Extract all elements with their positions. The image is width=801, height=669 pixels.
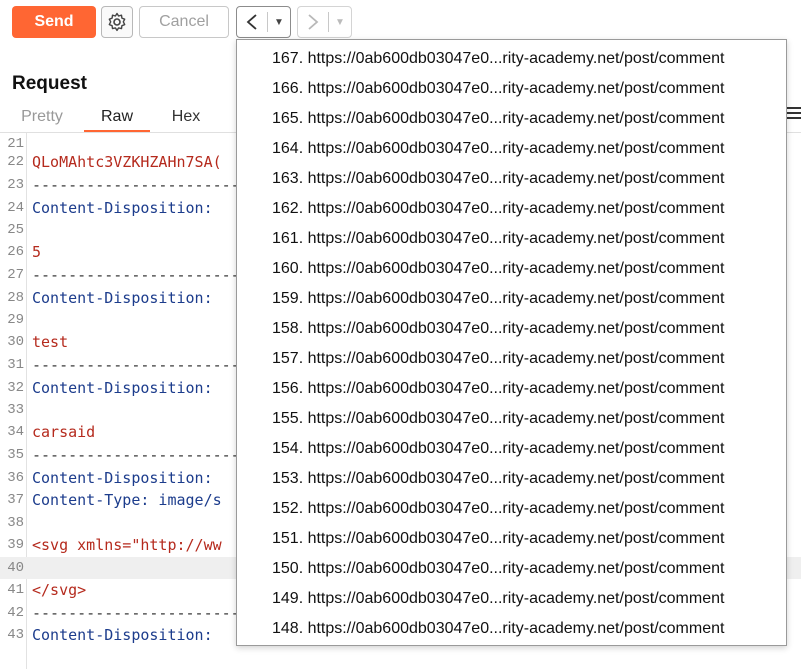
history-item[interactable]: 154. https://0ab600db03047e0...rity-acad… — [237, 434, 786, 464]
history-item[interactable]: 156. https://0ab600db03047e0...rity-acad… — [237, 374, 786, 404]
chevron-right-icon — [308, 14, 319, 30]
history-item[interactable]: 151. https://0ab600db03047e0...rity-acad… — [237, 524, 786, 554]
request-panel-title: Request — [12, 73, 87, 94]
code-text: ------------------------ — [32, 176, 249, 194]
line-number: 26 — [7, 244, 24, 260]
history-item[interactable]: 158. https://0ab600db03047e0...rity-acad… — [237, 314, 786, 344]
line-number: 28 — [7, 290, 24, 306]
line-number: 30 — [7, 334, 24, 350]
line-number: 32 — [7, 380, 24, 396]
line-number: 42 — [7, 605, 24, 621]
forward-button[interactable] — [298, 7, 328, 37]
line-number: 25 — [7, 222, 24, 238]
request-tabs: Pretty Raw Hex — [0, 104, 240, 132]
code-text: ------------------------ — [32, 446, 249, 464]
history-item[interactable]: 166. https://0ab600db03047e0...rity-acad… — [237, 74, 786, 104]
menu-icon[interactable] — [787, 107, 801, 121]
line-number: 43 — [7, 627, 24, 643]
line-number: 34 — [7, 424, 24, 440]
history-item[interactable]: 167. https://0ab600db03047e0...rity-acad… — [237, 44, 786, 74]
line-number: 29 — [7, 312, 24, 328]
code-text: 5 — [32, 243, 42, 261]
back-history-dropdown[interactable]: ▼ — [268, 7, 290, 37]
history-item[interactable]: 163. https://0ab600db03047e0...rity-acad… — [237, 164, 786, 194]
line-number: 38 — [7, 515, 24, 531]
history-item[interactable]: 157. https://0ab600db03047e0...rity-acad… — [237, 344, 786, 374]
history-item[interactable]: 162. https://0ab600db03047e0...rity-acad… — [237, 194, 786, 224]
send-button[interactable]: Send — [12, 6, 96, 38]
code-text: ------------------------ — [32, 356, 249, 374]
history-item[interactable]: 159. https://0ab600db03047e0...rity-acad… — [237, 284, 786, 314]
code-text: Content-Disposition: — [32, 626, 213, 644]
code-text: test — [32, 333, 69, 351]
history-item[interactable]: 161. https://0ab600db03047e0...rity-acad… — [237, 224, 786, 254]
code-text: ------------------------ — [32, 266, 249, 284]
chevron-left-icon — [246, 14, 257, 30]
history-item[interactable]: 153. https://0ab600db03047e0...rity-acad… — [237, 464, 786, 494]
code-text: Content-Disposition: — [32, 469, 213, 487]
code-text: Content-Disposition: — [32, 379, 213, 397]
line-number: 33 — [7, 402, 24, 418]
code-text: <svg xmlns="http://ww — [32, 536, 222, 554]
history-item[interactable]: 148. https://0ab600db03047e0...rity-acad… — [237, 614, 786, 644]
line-number: 37 — [7, 492, 24, 508]
line-number: 24 — [7, 200, 24, 216]
cancel-button[interactable]: Cancel — [139, 6, 229, 38]
history-item[interactable]: 149. https://0ab600db03047e0...rity-acad… — [237, 584, 786, 614]
tab-raw[interactable]: Raw — [84, 104, 150, 132]
code-text: Content-Type: image/s — [32, 491, 222, 509]
code-text: carsaid — [32, 423, 96, 441]
history-item[interactable]: 150. https://0ab600db03047e0...rity-acad… — [237, 554, 786, 584]
tab-pretty[interactable]: Pretty — [12, 104, 72, 132]
line-number: 31 — [7, 357, 24, 373]
line-number: 27 — [7, 267, 24, 283]
tab-hex[interactable]: Hex — [160, 104, 212, 132]
line-number: 23 — [7, 177, 24, 193]
code-text: Content-Disposition: — [32, 199, 213, 217]
line-number: 36 — [7, 470, 24, 486]
code-text: ------------------------ — [32, 604, 249, 622]
back-button[interactable] — [237, 7, 267, 37]
code-text: Content-Disposition: — [32, 289, 213, 307]
line-number: 22 — [7, 154, 24, 170]
history-item[interactable]: 160. https://0ab600db03047e0...rity-acad… — [237, 254, 786, 284]
line-number: 41 — [7, 582, 24, 598]
line-number: 35 — [7, 447, 24, 463]
gear-icon — [108, 12, 126, 32]
history-dropdown-menu: 167. https://0ab600db03047e0...rity-acad… — [236, 39, 787, 646]
line-number: 40 — [7, 560, 24, 576]
history-item[interactable]: 155. https://0ab600db03047e0...rity-acad… — [237, 404, 786, 434]
history-item[interactable]: 164. https://0ab600db03047e0...rity-acad… — [237, 134, 786, 164]
forward-history-dropdown[interactable]: ▼ — [329, 7, 351, 37]
line-number: 39 — [7, 537, 24, 553]
history-item[interactable]: 165. https://0ab600db03047e0...rity-acad… — [237, 104, 786, 134]
forward-navigation: ▼ — [297, 6, 352, 38]
code-text: QLoMAhtc3VZKHZAHn7SA( — [32, 153, 222, 171]
code-text: </svg> — [32, 581, 87, 599]
settings-button[interactable] — [101, 6, 133, 38]
history-item[interactable]: 152. https://0ab600db03047e0...rity-acad… — [237, 494, 786, 524]
back-navigation: ▼ — [236, 6, 291, 38]
